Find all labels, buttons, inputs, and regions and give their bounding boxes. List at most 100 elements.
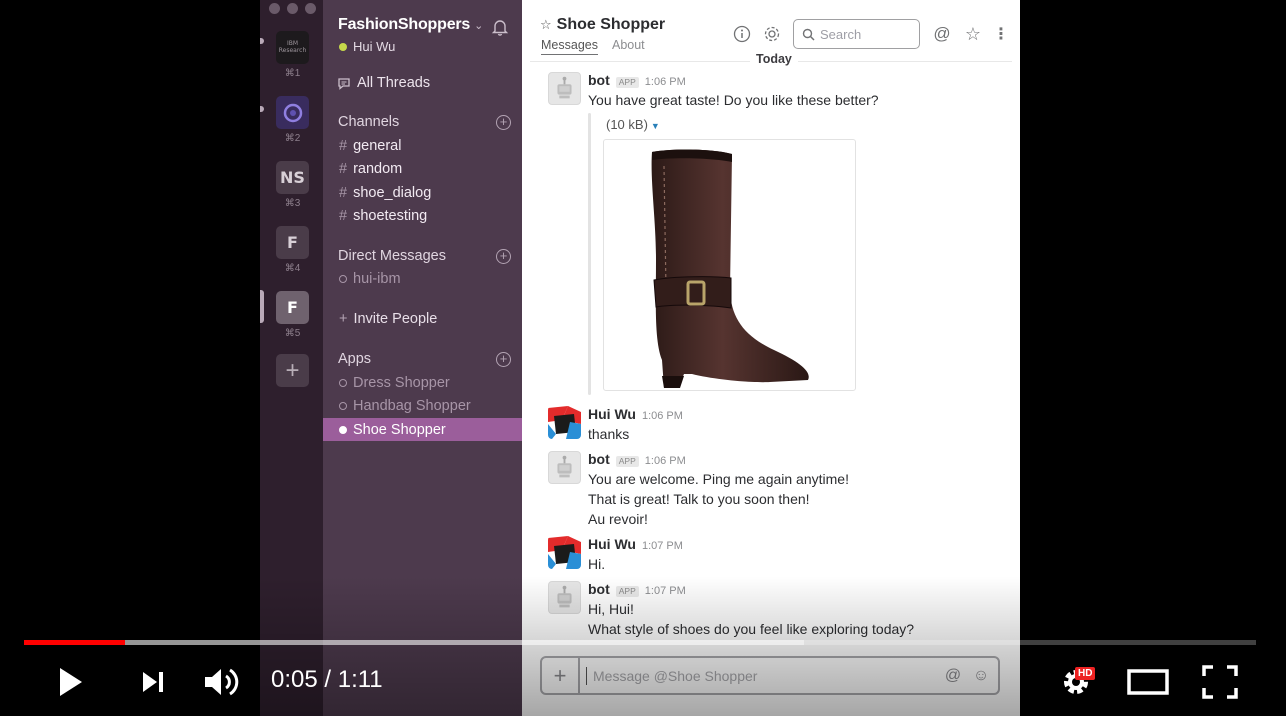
message-pane: ☆ Shoe Shopper Messages About Search @ ☆…: [522, 0, 1020, 716]
search-icon: [802, 28, 815, 41]
sidebar-item-hui-ibm[interactable]: hui-ibm: [339, 271, 401, 287]
hash-icon: #: [339, 138, 348, 154]
message-author[interactable]: bot: [588, 72, 610, 88]
sidebar-item-handbag-shopper[interactable]: Handbag Shopper: [323, 394, 522, 417]
close-window-button[interactable]: [269, 3, 280, 14]
bell-icon[interactable]: [491, 18, 509, 36]
played-bar: [24, 640, 126, 645]
fullscreen-icon: [1202, 665, 1238, 699]
sidebar-item-dress-shopper[interactable]: Dress Shopper: [323, 371, 522, 394]
emoji-icon[interactable]: ☺: [970, 667, 992, 685]
app-label: Shoe Shopper: [353, 421, 446, 438]
add-dm-icon[interactable]: +: [496, 249, 511, 264]
team-initials: NS: [276, 161, 309, 194]
minimize-window-button[interactable]: [287, 3, 298, 14]
message-time[interactable]: 1:06 PM: [642, 410, 683, 422]
video-progress-bar[interactable]: [24, 640, 1256, 645]
attachment-image[interactable]: [603, 139, 856, 391]
sidebar-item-shoe-dialog[interactable]: # shoe_dialog: [339, 185, 431, 201]
team-switcher-4[interactable]: F ⌘4: [276, 226, 309, 274]
sidebar-item-random[interactable]: # random: [339, 161, 402, 177]
message-text: Hi, Hui!: [588, 601, 634, 617]
attachment-size-toggle[interactable]: (10 kB) ▼: [606, 117, 660, 132]
channel-label: general: [353, 138, 402, 154]
sidebar-item-general[interactable]: # general: [339, 138, 401, 154]
message-time[interactable]: 1:06 PM: [645, 76, 686, 88]
hash-icon: #: [339, 208, 348, 224]
star-outline-icon[interactable]: ☆: [964, 24, 982, 44]
message-author[interactable]: Hui Wu: [588, 536, 636, 552]
message-body: bot APP 1:06 PM You are welcome. Ping me a…: [588, 451, 1008, 529]
presence-active-icon: [339, 42, 347, 51]
user-avatar[interactable]: [548, 536, 581, 569]
theater-icon: [1127, 669, 1169, 695]
star-outline-icon[interactable]: ☆: [540, 17, 552, 33]
bot-avatar[interactable]: [548, 451, 581, 484]
message-input[interactable]: Message @Shoe Shopper: [586, 666, 942, 685]
team-unread-mark: [260, 106, 264, 112]
add-channel-icon[interactable]: +: [496, 115, 511, 130]
attach-plus-button[interactable]: +: [542, 658, 580, 693]
team-switcher-2[interactable]: ⌘2: [276, 96, 309, 144]
tab-about[interactable]: About: [612, 38, 645, 55]
message-time[interactable]: 1:07 PM: [645, 585, 686, 597]
team-switcher-3[interactable]: NS ⌘3: [276, 161, 309, 209]
chevron-down-icon: ⌄: [474, 20, 484, 32]
sidebar-item-shoe-shopper[interactable]: Shoe Shopper: [323, 418, 522, 441]
message-composer[interactable]: + Message @Shoe Shopper @ ☺: [540, 656, 1000, 695]
invite-label: Invite People: [353, 311, 438, 327]
message-text: You are welcome. Ping me again anytime!: [588, 471, 849, 487]
all-threads-link[interactable]: All Threads: [337, 75, 430, 91]
sidebar-item-shoetesting[interactable]: # shoetesting: [339, 208, 427, 224]
channel-label: random: [353, 161, 403, 177]
add-team-button[interactable]: +: [276, 354, 309, 387]
channel-name: Shoe Shopper: [556, 16, 666, 33]
plus-icon: +: [339, 311, 348, 327]
workspace-name: FashionShoppers: [338, 16, 471, 33]
apps-header[interactable]: Apps: [338, 351, 371, 367]
bot-avatar[interactable]: [548, 72, 581, 105]
tab-messages[interactable]: Messages: [541, 38, 598, 55]
add-app-icon[interactable]: +: [496, 352, 511, 367]
team-switcher-1[interactable]: IBM Research ⌘1: [276, 31, 309, 79]
mention-icon[interactable]: @: [942, 667, 964, 685]
direct-messages-header[interactable]: Direct Messages: [338, 248, 446, 264]
message-text: thanks: [588, 426, 630, 442]
play-button[interactable]: [50, 662, 90, 702]
app-badge: APP: [615, 77, 639, 88]
channels-header[interactable]: Channels: [338, 114, 399, 130]
message-time[interactable]: 1:06 PM: [645, 455, 686, 467]
workspace-menu[interactable]: FashionShoppers ⌄: [338, 16, 483, 34]
more-vertical-icon[interactable]: ⋮: [992, 25, 1010, 43]
user-avatar[interactable]: [548, 406, 581, 439]
zoom-window-button[interactable]: [305, 3, 316, 14]
active-team-mark: [260, 290, 264, 323]
message-author[interactable]: Hui Wu: [588, 406, 636, 422]
message-author[interactable]: bot: [588, 451, 610, 467]
hash-icon: #: [339, 185, 348, 201]
team-switcher-5[interactable]: F ⌘5: [276, 291, 309, 339]
gear-icon[interactable]: [763, 25, 781, 43]
team-shortcut: ⌘4: [284, 263, 301, 274]
message-time[interactable]: 1:07 PM: [642, 540, 683, 552]
current-user[interactable]: Hui Wu: [339, 39, 395, 54]
fullscreen-button[interactable]: [1200, 662, 1240, 702]
presence-away-icon: [339, 275, 347, 283]
invite-people-link[interactable]: + Invite People: [339, 311, 437, 327]
mentions-icon[interactable]: @: [933, 24, 951, 43]
info-icon[interactable]: [733, 25, 751, 43]
message-author[interactable]: bot: [588, 581, 610, 597]
bot-avatar[interactable]: [548, 581, 581, 614]
video-time: 0:05 / 1:11: [271, 666, 383, 693]
search-input[interactable]: Search: [793, 19, 920, 49]
search-placeholder: Search: [820, 26, 862, 42]
volume-button[interactable]: [200, 662, 244, 702]
next-button[interactable]: [133, 662, 173, 702]
team-rail: IBM Research ⌘1 ⌘2 NS ⌘3 F ⌘4 F ⌘5 +: [260, 0, 323, 716]
app-label: Dress Shopper: [353, 374, 450, 391]
theater-mode-button[interactable]: [1126, 662, 1170, 702]
channel-label: shoe_dialog: [353, 185, 432, 201]
channel-label: shoetesting: [353, 208, 428, 224]
dm-label: hui-ibm: [353, 271, 401, 287]
threads-icon: [338, 78, 350, 90]
